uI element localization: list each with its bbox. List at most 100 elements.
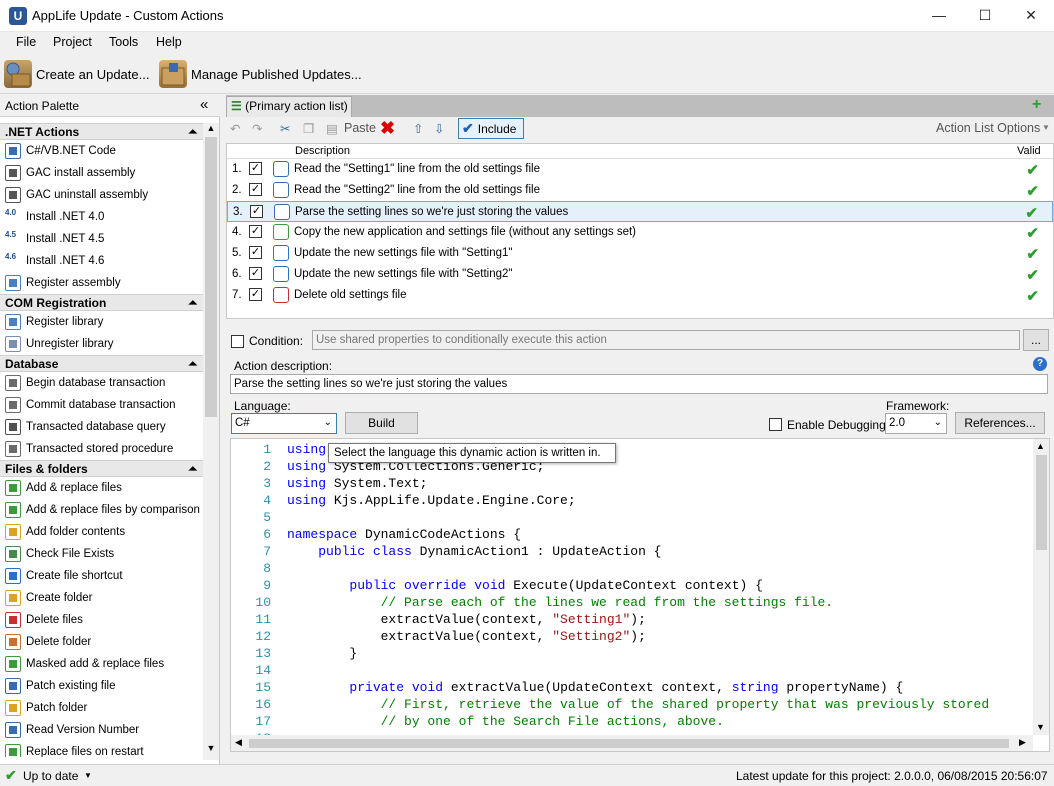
palette-item[interactable]: GAC uninstall assembly [0, 184, 203, 206]
code-line: 15 private void extractValue(UpdateConte… [231, 680, 1031, 697]
menu-tools[interactable]: Tools [109, 35, 138, 49]
undo-icon[interactable]: ↶ [230, 121, 240, 136]
action-list-options-button[interactable]: Action List Options [936, 121, 1040, 135]
palette-item[interactable]: 4.0 Install .NET 4.0 [0, 206, 203, 228]
close-button[interactable]: ✕ [1008, 0, 1054, 31]
collapse-category-icon[interactable]: ⏶ [188, 461, 197, 478]
references-button[interactable]: References... [955, 412, 1045, 434]
palette-item[interactable]: Replace files on restart [0, 741, 203, 757]
palette-item[interactable]: Add & replace files [0, 477, 203, 499]
palette-item[interactable]: Register library [0, 311, 203, 333]
status-bar: ✔ Up to date ▼ Latest update for this pr… [0, 764, 1054, 786]
include-toggle[interactable]: ✔ Include [458, 118, 524, 139]
menu-project[interactable]: Project [53, 35, 92, 49]
edit-icon [273, 245, 289, 261]
palette-item[interactable]: Add folder contents [0, 521, 203, 543]
row-include-checkbox[interactable]: ✓ [249, 246, 262, 259]
palette-item[interactable]: Create folder [0, 587, 203, 609]
options-dropdown-icon[interactable]: ▼ [1042, 123, 1050, 132]
code-vertical-scrollbar[interactable]: ▲ ▼ [1033, 439, 1049, 735]
action-row[interactable]: 5. ✓ Update the new settings file with "Se… [227, 243, 1053, 264]
palette-category[interactable]: COM Registration ⏶ [0, 294, 203, 311]
paste-icon[interactable]: ▤ [326, 121, 338, 136]
line-number: 13 [255, 646, 271, 661]
palette-item[interactable]: Patch folder [0, 697, 203, 719]
palette-item[interactable]: Check File Exists [0, 543, 203, 565]
palette-item[interactable]: Delete folder [0, 631, 203, 653]
code-line: 10 // Parse each of the lines we read fr… [231, 595, 1031, 612]
palette-item[interactable]: Commit database transaction [0, 394, 203, 416]
framework-select[interactable]: 2.0 ⌄ [885, 413, 947, 434]
cut-icon[interactable]: ✂ [280, 121, 290, 136]
minimize-button[interactable]: — [916, 0, 962, 31]
manage-published-button[interactable]: Manage Published Updates... [159, 58, 362, 90]
palette-item[interactable]: 4.6 Install .NET 4.6 [0, 250, 203, 272]
build-button[interactable]: Build [345, 412, 418, 434]
action-row[interactable]: 1. ✓ Read the "Setting1" line from the old… [227, 159, 1053, 180]
condition-checkbox[interactable] [231, 335, 244, 348]
row-include-checkbox[interactable]: ✓ [249, 183, 262, 196]
palette-item[interactable]: Transacted database query [0, 416, 203, 438]
code-lines: 1using System;2using System.Collections.… [231, 442, 1031, 748]
condition-input[interactable]: Use shared properties to conditionally e… [312, 330, 1020, 350]
palette-scrollbar[interactable]: ▲ ▼ [203, 123, 219, 760]
version-icon [5, 722, 21, 738]
status-dropdown-icon[interactable]: ▼ [84, 771, 92, 780]
valid-check-icon: ✔ [1026, 183, 1039, 200]
row-include-checkbox[interactable]: ✓ [249, 225, 262, 238]
action-description-input[interactable]: Parse the setting lines so we're just st… [230, 374, 1048, 394]
include-label: Include [477, 121, 517, 136]
add-action-list-icon[interactable]: + [1032, 96, 1041, 114]
redo-icon[interactable]: ↷ [252, 121, 262, 136]
update-status[interactable]: Up to date [23, 769, 78, 783]
collapse-category-icon[interactable]: ⏶ [188, 295, 197, 312]
code-editor[interactable]: 1using System;2using System.Collections.… [230, 438, 1050, 752]
palette-item[interactable]: Unregister library [0, 333, 203, 355]
palette-item[interactable]: GAC install assembly [0, 162, 203, 184]
maximize-button[interactable]: ☐ [962, 0, 1008, 31]
palette-item[interactable]: Add & replace files by comparison [0, 499, 203, 521]
palette-item[interactable]: Register assembly [0, 272, 203, 294]
action-row[interactable]: 4. ✓ Copy the new application and settings… [227, 222, 1053, 243]
palette-item[interactable]: Read Version Number [0, 719, 203, 741]
code-text: extractValue(context, "Setting2"); [287, 629, 646, 644]
palette-item[interactable]: 4.5 Install .NET 4.5 [0, 228, 203, 250]
palette-item[interactable]: Create file shortcut [0, 565, 203, 587]
language-select[interactable]: C# ⌄ [231, 413, 337, 434]
code-horizontal-scrollbar[interactable]: ◀ ▶ [231, 735, 1033, 751]
collapse-palette-icon[interactable]: « [200, 96, 208, 113]
paste-button[interactable]: Paste [344, 121, 376, 135]
collapse-category-icon[interactable]: ⏶ [188, 124, 197, 141]
palette-item-label: Add & replace files by comparison [26, 504, 200, 516]
palette-category[interactable]: Files & folders ⏶ [0, 460, 203, 477]
row-include-checkbox[interactable]: ✓ [249, 267, 262, 280]
menu-file[interactable]: File [16, 35, 36, 49]
move-down-icon[interactable]: ⇩ [434, 121, 444, 136]
palette-category[interactable]: Database ⏶ [0, 355, 203, 372]
row-include-checkbox[interactable]: ✓ [250, 205, 263, 218]
action-row[interactable]: 7. ✓ Delete old settings file ✔ [227, 285, 1053, 306]
action-row[interactable]: 6. ✓ Update the new settings file with "Se… [227, 264, 1053, 285]
row-include-checkbox[interactable]: ✓ [249, 288, 262, 301]
palette-item[interactable]: C#/VB.NET Code [0, 140, 203, 162]
palette-item[interactable]: Transacted stored procedure [0, 438, 203, 460]
tab-primary-action-list[interactable]: ☰ (Primary action list) [226, 96, 352, 117]
palette-item[interactable]: Begin database transaction [0, 372, 203, 394]
delete-icon[interactable]: ✖ [380, 118, 395, 139]
palette-item[interactable]: Masked add & replace files [0, 653, 203, 675]
row-include-checkbox[interactable]: ✓ [249, 162, 262, 175]
move-up-icon[interactable]: ⇧ [413, 121, 423, 136]
condition-browse-button[interactable]: ... [1023, 329, 1049, 351]
copy-icon[interactable]: ❐ [303, 121, 314, 136]
palette-item[interactable]: Patch existing file [0, 675, 203, 697]
help-icon[interactable]: ? [1033, 357, 1047, 371]
enable-debugging-checkbox[interactable] [769, 418, 782, 431]
action-row[interactable]: 3. ✓ Parse the setting lines so we're just… [227, 201, 1053, 222]
row-number: 7. [232, 289, 242, 301]
action-row[interactable]: 2. ✓ Read the "Setting2" line from the old… [227, 180, 1053, 201]
collapse-category-icon[interactable]: ⏶ [188, 356, 197, 373]
palette-item[interactable]: Delete files [0, 609, 203, 631]
palette-category[interactable]: .NET Actions ⏶ [0, 123, 203, 140]
create-update-button[interactable]: Create an Update... [4, 58, 149, 90]
menu-help[interactable]: Help [156, 35, 182, 49]
